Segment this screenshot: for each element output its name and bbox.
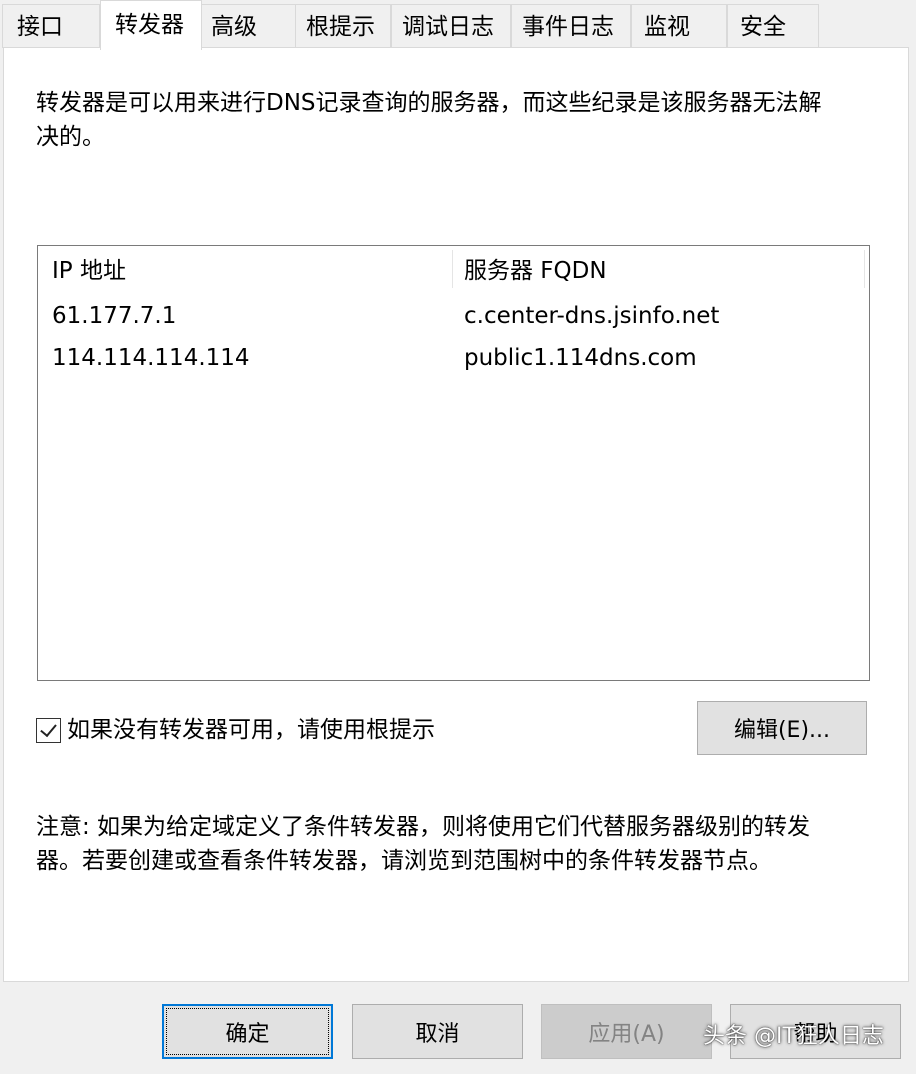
watermark: 头条 @IT狂人日志 [703,1024,884,1049]
column-divider[interactable] [452,250,453,288]
tab-debug-logging[interactable]: 调试日志 [391,4,511,48]
tab-security[interactable]: 安全 [727,4,819,48]
note-text: 注意: 如果为给定域定义了条件转发器，则将使用它们代替服务器级别的转发 器。若要… [36,810,876,878]
use-root-hints-checkbox[interactable] [36,717,61,743]
apply-button[interactable]: 应用(A) [541,1004,712,1059]
column-header-fqdn[interactable]: 服务器 FQDN [464,256,607,286]
note-line-2: 器。若要创建或查看条件转发器，请浏览到范围树中的条件转发器节点。 [36,848,772,874]
list-header: IP 地址 服务器 FQDN [38,246,866,292]
description-line-2: 决的。 [36,124,105,150]
use-root-hints-option[interactable]: 如果没有转发器可用，请使用根提示 [36,712,435,748]
list-item-ip: 114.114.114.114 [52,345,250,371]
tab-root-hints[interactable]: 根提示 [295,4,391,48]
column-header-ip[interactable]: IP 地址 [52,256,126,286]
use-root-hints-label[interactable]: 如果没有转发器可用，请使用根提示 [67,712,435,748]
tab-interfaces[interactable]: 接口 [2,4,100,48]
description-line-1: 转发器是可以用来进行DNS记录查询的服务器，而这些纪录是该服务器无法解 [36,90,822,116]
edit-button[interactable]: 编辑(E)... [697,701,867,755]
tab-advanced[interactable]: 高级 [200,4,296,48]
ok-button-label: 确定 [166,1008,329,1055]
tab-strip: 接口 转发器 高级 根提示 调试日志 事件日志 监视 安全 [0,0,916,50]
forwarders-list[interactable]: IP 地址 服务器 FQDN 61.177.7.1 c.center-dns.j… [37,245,870,681]
note-line-1: 注意: 如果为给定域定义了条件转发器，则将使用它们代替服务器级别的转发 [36,814,811,840]
tab-monitoring[interactable]: 监视 [631,4,727,48]
tab-event-logging[interactable]: 事件日志 [511,4,631,48]
list-item-ip: 61.177.7.1 [52,303,177,329]
description-text: 转发器是可以用来进行DNS记录查询的服务器，而这些纪录是该服务器无法解 决的。 [36,86,876,154]
column-divider[interactable] [864,250,865,288]
list-item-fqdn: public1.114dns.com [464,345,697,371]
forwarders-panel: 转发器是可以用来进行DNS记录查询的服务器，而这些纪录是该服务器无法解 决的。 … [3,47,909,982]
tab-forwarders[interactable]: 转发器 [100,0,202,50]
cancel-button[interactable]: 取消 [352,1004,523,1059]
ok-button[interactable]: 确定 [162,1004,333,1059]
list-item-fqdn: c.center-dns.jsinfo.net [464,303,720,329]
